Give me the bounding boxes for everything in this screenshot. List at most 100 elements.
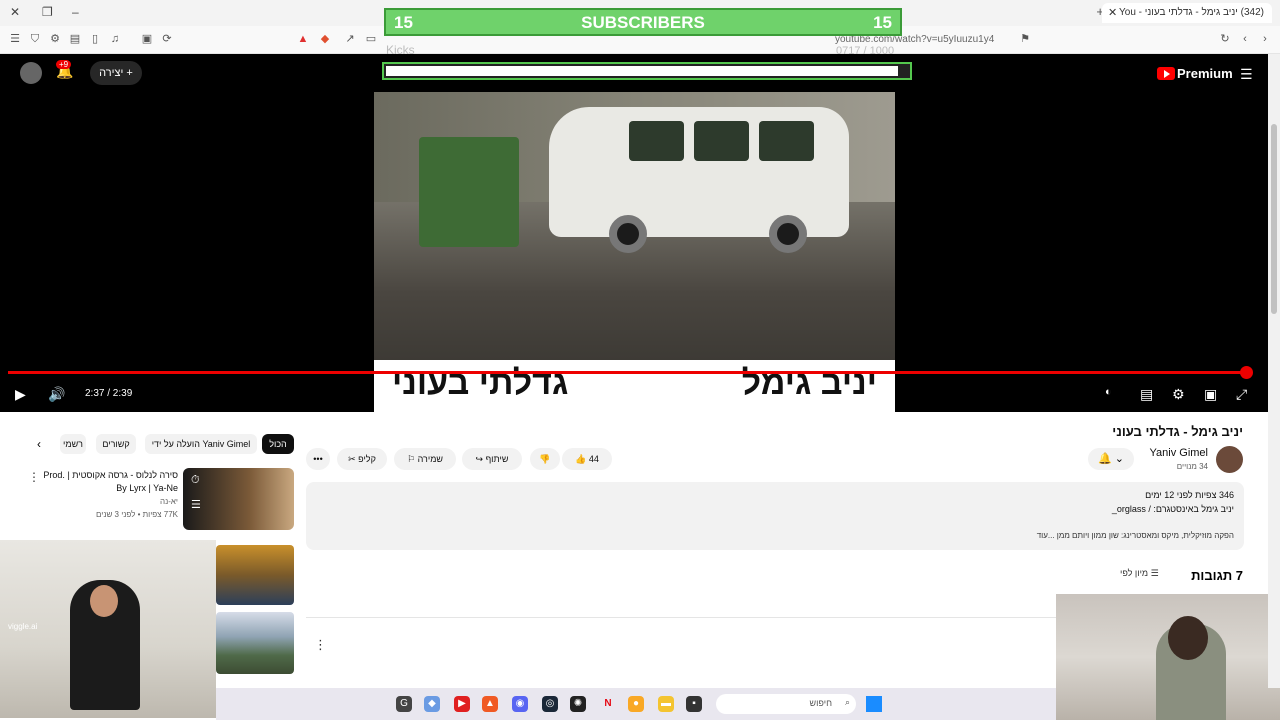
reader-icon[interactable]: ▭: [364, 32, 378, 46]
folder-icon[interactable]: ▬: [658, 696, 674, 712]
sort-comments-button[interactable]: מיון לפי ☰: [1120, 568, 1159, 579]
app-icon[interactable]: ◆: [424, 696, 440, 712]
save-button[interactable]: שמירה ⚐: [394, 448, 456, 470]
bookmark-save-icon: ⚐: [407, 454, 416, 464]
recommendation-title[interactable]: סירה לנלוס - גרסה אקוסטית | Prod. By Lyr…: [40, 469, 178, 495]
recommendation-thumbnail[interactable]: [216, 545, 294, 605]
brave-icon[interactable]: ▲: [482, 696, 498, 712]
white-van: [549, 107, 849, 253]
watch-later-icon[interactable]: ⏱: [191, 474, 200, 487]
create-label: יצירה: [99, 67, 124, 79]
sort-icon: ☰: [1150, 568, 1159, 578]
clip-button[interactable]: קליפ ✂: [337, 448, 387, 470]
music-icon[interactable]: ♫: [108, 32, 122, 46]
time-display: 2:37 / 2:39: [85, 388, 133, 399]
recommendation-thumbnail[interactable]: [216, 612, 294, 674]
warning-icon[interactable]: ▲: [296, 32, 310, 46]
chip-related[interactable]: קשורים: [96, 434, 136, 454]
video-frame[interactable]: [374, 92, 895, 360]
app-icon[interactable]: ●: [628, 696, 644, 712]
autoplay-toggle-icon[interactable]: ◐: [1105, 386, 1112, 398]
screenshot-icon[interactable]: ▣: [140, 32, 154, 46]
menu-icon[interactable]: ☰: [8, 32, 22, 46]
taskbar-search[interactable]: חיפוש ⌕: [716, 694, 856, 714]
chip-by-channel[interactable]: הועלה על ידי Yaniv Gimel: [145, 434, 257, 454]
sidebar-icon[interactable]: ▯: [88, 32, 102, 46]
app-icon[interactable]: G: [396, 696, 412, 712]
chip-recent[interactable]: רשמי: [60, 434, 86, 454]
like-button[interactable]: 44 👍: [562, 448, 612, 470]
scrollbar-thumb[interactable]: [1271, 124, 1277, 314]
progress-scrubber[interactable]: [1240, 366, 1254, 379]
more-actions-button[interactable]: •••: [306, 448, 330, 470]
kicks-progress-fill: [386, 66, 898, 76]
tabs-icon[interactable]: ▤: [68, 32, 82, 46]
comments-count: 7 תגובות: [1191, 568, 1243, 583]
play-icon[interactable]: ▶: [15, 386, 26, 403]
extensions-icon[interactable]: ⟳: [160, 32, 174, 46]
description-stats: 346 צפיות לפני 12 ימים: [1145, 490, 1234, 500]
notification-badge: +9: [56, 60, 72, 69]
subs-count-right: 15: [873, 13, 892, 32]
recommendation-channel[interactable]: יא-נה: [40, 497, 178, 506]
user-avatar[interactable]: [20, 62, 42, 84]
tab-close-icon[interactable]: ✕: [1108, 6, 1117, 19]
van-wheel: [769, 215, 807, 253]
forward-icon[interactable]: ›: [1258, 32, 1272, 46]
close-window-icon[interactable]: ✕: [10, 5, 20, 19]
kicks-progress-bar: [382, 62, 912, 80]
chevron-left-icon[interactable]: ‹: [37, 437, 41, 451]
subscribed-bell-button[interactable]: 🔔 ⌄: [1088, 448, 1134, 470]
plus-icon: +: [126, 67, 133, 79]
reload-icon[interactable]: ↻: [1218, 32, 1232, 46]
channel-name[interactable]: Yaniv Gimel: [1150, 447, 1208, 459]
video-player[interactable]: יניב גימל גדלתי בעוני ▶ 🔊 2:37 / 2:39 ◐ …: [0, 92, 1268, 412]
guide-menu-icon[interactable]: ☰: [1240, 66, 1253, 83]
settings-gear-icon[interactable]: ⚙: [1172, 386, 1185, 403]
miniplayer-icon[interactable]: ▣: [1204, 386, 1217, 403]
more-options-icon[interactable]: ⋮: [28, 470, 40, 484]
shield-icon[interactable]: ⛉: [28, 32, 42, 46]
brave-shield-icon[interactable]: ◆: [318, 32, 332, 46]
dislike-button[interactable]: 👎: [530, 448, 560, 470]
chip-all[interactable]: הכול: [262, 434, 294, 454]
settings-icon[interactable]: ⚙: [48, 32, 62, 46]
volume-icon[interactable]: 🔊: [48, 386, 65, 403]
video-progress-bar[interactable]: [8, 366, 1254, 379]
video-title: יניב גימל - גדלתי בעוני: [1112, 424, 1243, 439]
notifications-bell-icon[interactable]: +9 🔔: [56, 60, 76, 83]
steam-icon[interactable]: ◎: [542, 696, 558, 712]
terminal-icon[interactable]: ▪: [686, 696, 702, 712]
restore-window-icon[interactable]: ❐: [42, 5, 53, 19]
share-button[interactable]: שיתוף ↪: [462, 448, 522, 470]
create-button[interactable]: יצירה +: [90, 61, 142, 85]
page-scrollbar[interactable]: [1268, 54, 1280, 688]
comment-menu-icon[interactable]: ⋮: [314, 637, 327, 653]
bookmark-icon[interactable]: ⚑: [1018, 32, 1032, 46]
kicks-count: 0717 / 1000: [836, 45, 895, 57]
description-box[interactable]: 346 צפיות לפני 12 ימים יניב גימל באינסטג…: [306, 482, 1244, 550]
chatgpt-icon[interactable]: ✺: [570, 696, 586, 712]
back-icon[interactable]: ‹: [1238, 32, 1252, 46]
streamer-webcam-overlay: [1056, 594, 1280, 720]
save-label: שמירה: [417, 454, 443, 464]
fullscreen-icon[interactable]: ⤢: [1236, 386, 1247, 403]
van-window: [694, 121, 749, 161]
recommendation-thumbnail[interactable]: ⏱ ☰: [183, 468, 294, 530]
share-page-icon[interactable]: ↗: [343, 32, 357, 46]
add-to-queue-icon[interactable]: ☰: [191, 498, 201, 511]
subtitles-icon[interactable]: ▤: [1140, 386, 1153, 403]
youtube-premium-logo[interactable]: Premium: [1157, 66, 1233, 81]
minimize-window-icon[interactable]: –: [72, 5, 79, 19]
netflix-icon[interactable]: N: [600, 696, 616, 712]
discord-icon[interactable]: ◉: [512, 696, 528, 712]
green-dumpster: [419, 137, 519, 247]
windows-start-icon[interactable]: [866, 696, 882, 712]
youtube-app-icon[interactable]: ▶: [454, 696, 470, 712]
windows-taskbar: G ◆ ▶ ▲ ◉ ◎ ✺ N ● ▬ ▪: [216, 688, 1056, 720]
active-tab[interactable]: (342) יניב גימל - גדלתי בעוני - You ✕: [1102, 3, 1272, 23]
like-count: 44: [588, 454, 599, 464]
channel-avatar[interactable]: [1216, 446, 1243, 473]
subs-label: SUBSCRIBERS: [581, 13, 705, 32]
description-links[interactable]: יניב גימל באינסטגרם: / orglass_: [1112, 504, 1234, 514]
